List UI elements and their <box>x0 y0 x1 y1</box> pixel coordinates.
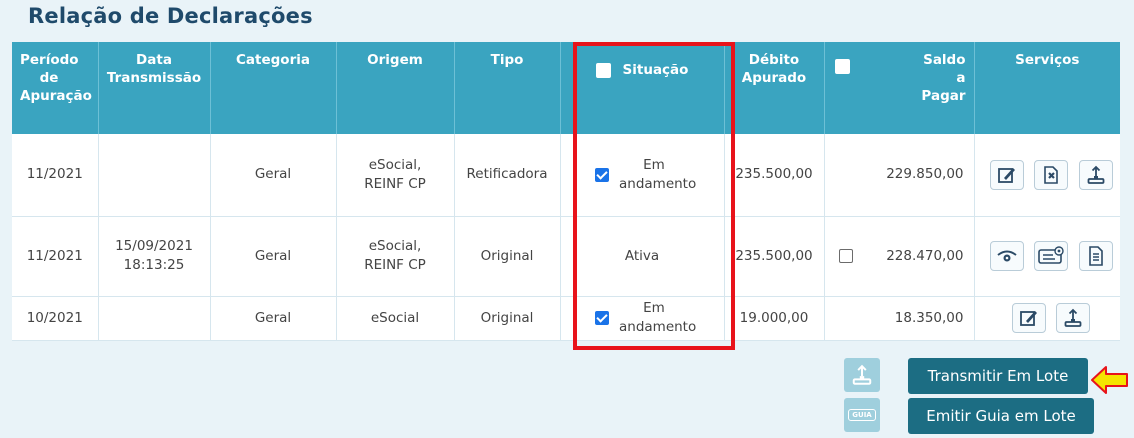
table-row: 11/2021 15/09/2021 18:13:25 Geral eSocial… <box>12 216 1120 297</box>
document-icon[interactable] <box>1078 241 1113 271</box>
header-categoria: Categoria <box>210 42 337 134</box>
cell-data-transmissao <box>98 134 211 217</box>
upload-icon[interactable] <box>1078 159 1113 190</box>
edit-icon[interactable] <box>1012 303 1047 333</box>
cell-origem: eSocial, REINF CP <box>336 134 455 217</box>
cell-categoria: Geral <box>210 134 337 217</box>
pointer-arrow-icon <box>1091 366 1128 394</box>
declarations-table: Período de Apuração Data Transmissão Cat… <box>12 42 1120 341</box>
cell-categoria: Geral <box>210 216 337 297</box>
header-periodo: Período de Apuração <box>12 42 99 134</box>
situacao-checkbox[interactable] <box>595 311 609 325</box>
cell-data-transmissao <box>98 296 211 341</box>
edit-icon[interactable] <box>989 159 1024 190</box>
cell-servicos <box>974 296 1120 341</box>
cell-tipo: Original <box>454 296 561 341</box>
page-title: Relação de Declarações <box>28 4 313 28</box>
cell-tipo: Original <box>454 216 561 297</box>
cell-data-transmissao: 15/09/2021 18:13:25 <box>98 216 211 297</box>
cell-situacao: Ativa <box>560 216 725 297</box>
cell-debito: 235.500,00 <box>724 216 825 297</box>
header-tipo: Tipo <box>454 42 561 134</box>
ticket-icon[interactable] <box>1034 241 1069 271</box>
cell-saldo: 229.850,00 <box>824 134 975 217</box>
header-data-transmissao: Data Transmissão <box>98 42 211 134</box>
situacao-checkbox[interactable] <box>595 167 609 182</box>
cell-periodo: 11/2021 <box>12 134 99 217</box>
cell-debito: 235.500,00 <box>724 134 825 217</box>
cell-origem: eSocial <box>336 296 455 341</box>
header-origem: Origem <box>336 42 455 134</box>
cell-saldo: 18.350,00 <box>824 296 975 341</box>
delete-icon[interactable] <box>1034 159 1069 190</box>
view-icon[interactable] <box>989 241 1024 271</box>
header-situacao: Situação <box>560 42 725 134</box>
header-servicos: Serviços <box>974 42 1120 134</box>
cell-tipo: Retificadora <box>454 134 561 217</box>
upload-icon[interactable] <box>1056 303 1091 333</box>
header-situacao-label: Situação <box>622 62 689 78</box>
emitir-guia-em-lote-button[interactable]: Emitir Guia em Lote <box>908 398 1094 434</box>
guia-icon[interactable]: GUIA <box>844 398 880 432</box>
cell-periodo: 10/2021 <box>12 296 99 341</box>
cell-periodo: 11/2021 <box>12 216 99 297</box>
saldo-checkbox[interactable] <box>838 249 853 263</box>
cell-saldo: 228.470,00 <box>824 216 975 297</box>
cell-situacao: Em andamento <box>560 296 725 341</box>
situacao-select-all-checkbox[interactable] <box>595 62 611 78</box>
upload-batch-icon-button[interactable] <box>844 358 880 392</box>
cell-origem: eSocial, REINF CP <box>336 216 455 297</box>
header-debito: Débito Apurado <box>724 42 825 134</box>
cell-servicos <box>974 134 1120 217</box>
header-saldo: Saldo a Pagar <box>824 42 975 134</box>
saldo-select-all-checkbox[interactable] <box>834 59 850 74</box>
cell-debito: 19.000,00 <box>724 296 825 341</box>
table-row: 10/2021 Geral eSocial Original Em andamen… <box>12 296 1120 341</box>
cell-servicos <box>974 216 1120 297</box>
table-row: 11/2021 Geral eSocial, REINF CP Retificad… <box>12 134 1120 217</box>
table-header-row: Período de Apuração Data Transmissão Cat… <box>12 42 1120 134</box>
page: Relação de Declarações Período de Apuraç… <box>0 0 1134 438</box>
cell-categoria: Geral <box>210 296 337 341</box>
cell-situacao: Em andamento <box>560 134 725 217</box>
transmitir-em-lote-button[interactable]: Transmitir Em Lote <box>908 358 1088 394</box>
header-saldo-label: Saldo a Pagar <box>921 52 966 104</box>
